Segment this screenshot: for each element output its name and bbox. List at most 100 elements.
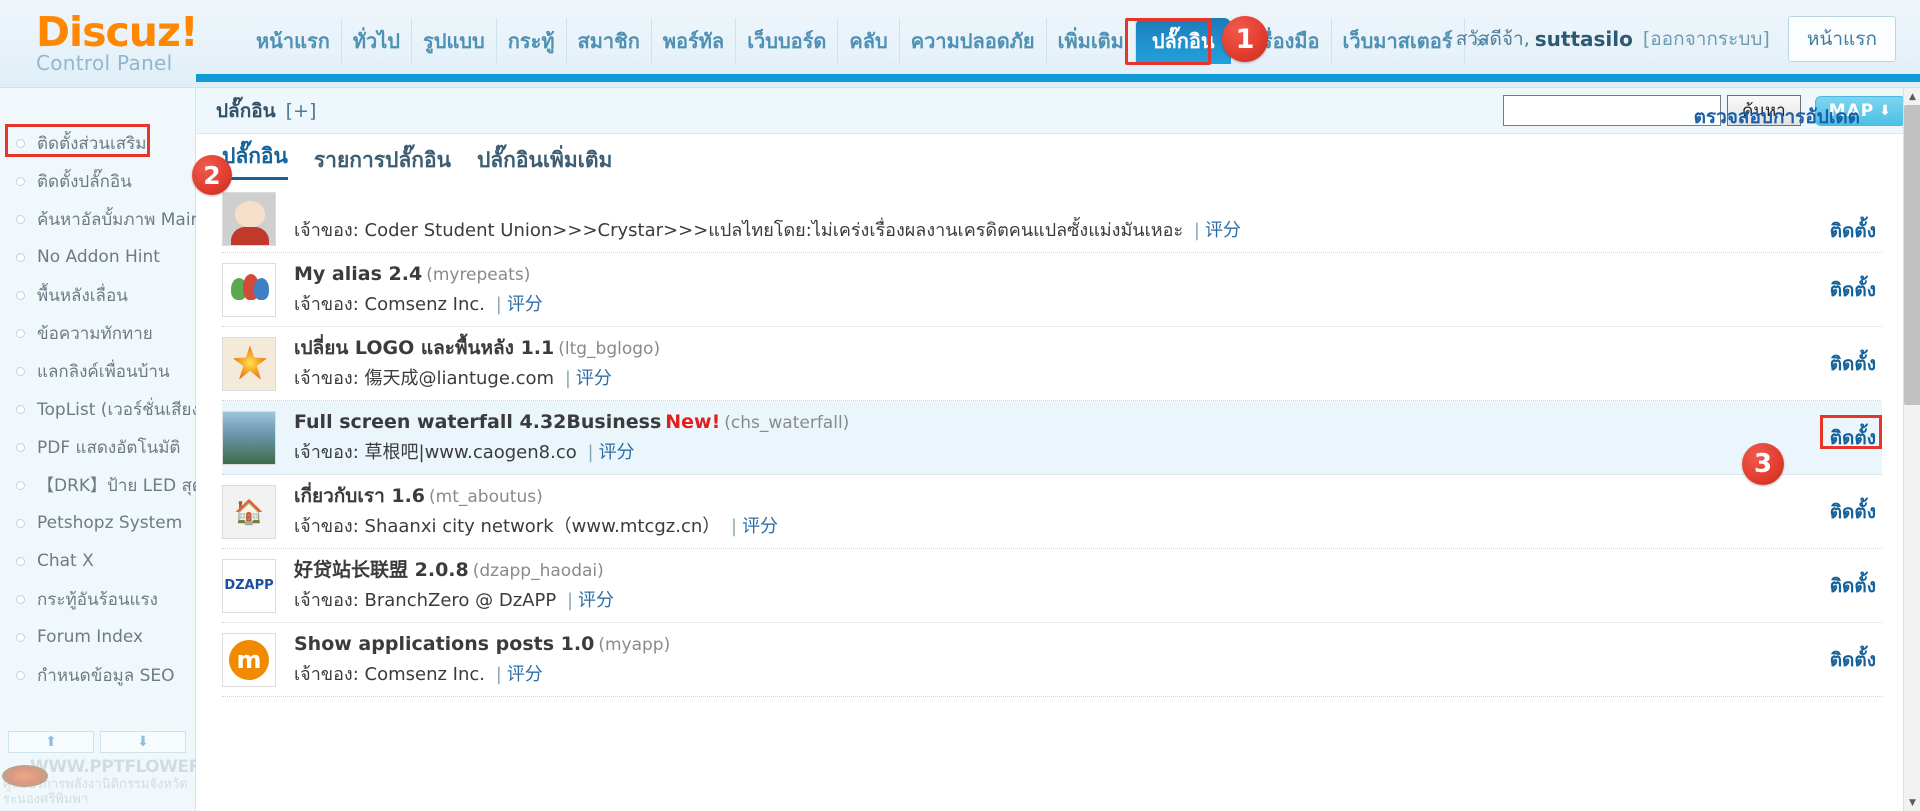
owner-prefix: เจ้าของ:	[294, 516, 359, 537]
sidebar-item-4[interactable]: พื้นหลังเลื่อน	[0, 276, 196, 314]
plugin-version: 1.1	[520, 337, 555, 359]
plugin-name: Full screen waterfall	[294, 411, 513, 433]
main-content: ปลั๊กอิน [+] ค้นหา MAP ⬇ ปลั๊กอิน รายการป…	[196, 74, 1920, 811]
home-button[interactable]: หน้าแรก	[1787, 16, 1896, 62]
sidebar-item-2[interactable]: ค้นหาอัลบั้มภาพ Mainet	[0, 200, 196, 238]
tab-1[interactable]: รายการปลั๊กอิน	[314, 144, 451, 177]
install-link[interactable]: ติดตั้ง	[1772, 349, 1882, 379]
rate-link[interactable]: 评分	[599, 442, 635, 463]
check-update-link[interactable]: ตรวจสอบการอัปเดต	[1694, 102, 1860, 132]
owner-value: BranchZero @ DzAPP	[364, 590, 557, 611]
scrollbar-thumb[interactable]	[1904, 105, 1920, 405]
plugin-owner-line: เจ้าของ: Coder Student Union>>>Crystar>>…	[294, 216, 1772, 246]
bullet-icon	[16, 290, 25, 300]
sidebar-item-10[interactable]: Petshopz System	[0, 504, 196, 542]
breadcrumb: ปลั๊กอิน [+] ค้นหา MAP ⬇	[196, 88, 1920, 134]
plugin-owner-line: เจ้าของ: Comsenz Inc. | 评分	[294, 660, 1772, 690]
sidebar-item-14[interactable]: กำหนดข้อมูล SEO	[0, 656, 196, 694]
install-link[interactable]: ติดตั้ง	[1772, 275, 1882, 305]
nav-item-1[interactable]: ทั่วไป	[342, 18, 412, 64]
meta-separator: |	[1193, 220, 1200, 241]
plugin-version: 2.4	[388, 263, 423, 285]
plugin-title: Full screen waterfall 4.32Business New! (c…	[294, 407, 1772, 438]
scrollbar-track[interactable]	[1904, 405, 1920, 794]
nav-item-label: กระทู้	[507, 29, 555, 53]
sidebar-item-5[interactable]: ข้อความทักทาย	[0, 314, 196, 352]
bullet-icon	[16, 518, 25, 528]
search-input[interactable]	[1502, 95, 1721, 126]
breadcrumb-expand-button[interactable]: [+]	[286, 100, 317, 122]
annotation-badge-3: 3	[1742, 443, 1784, 485]
rate-link[interactable]: 评分	[507, 664, 543, 685]
nav-item-label: รูปแบบ	[423, 29, 485, 53]
nav-item-8[interactable]: ความปลอดภัย	[900, 18, 1047, 64]
nav-item-6[interactable]: เว็บบอร์ด	[736, 18, 839, 64]
plugin-row: เปลี่ยน LOGO และพื้นหลัง 1.1 (ltg_bglogo)…	[222, 327, 1882, 401]
install-link[interactable]: ติดตั้ง	[1772, 571, 1882, 601]
rate-link[interactable]: 评分	[507, 294, 543, 315]
nav-item-10[interactable]: ปลั๊กอิน	[1135, 18, 1231, 64]
install-link[interactable]: ติดตั้ง	[1772, 423, 1882, 453]
sidebar-item-8[interactable]: PDF แสดงอัตโนมัติ	[0, 428, 196, 466]
nav-item-5[interactable]: พอร์ทัล	[652, 18, 737, 64]
rate-link[interactable]: 评分	[578, 590, 614, 611]
new-badge: New!	[665, 411, 721, 433]
nav-item-2[interactable]: รูปแบบ	[412, 18, 497, 64]
rate-link[interactable]: 评分	[576, 368, 612, 389]
sidebar-item-12[interactable]: กระทู้อันร้อนแรง	[0, 580, 196, 618]
nav-item-label: ทั่วไป	[352, 29, 400, 53]
nav-item-4[interactable]: สมาชิก	[567, 18, 652, 64]
nav-item-12[interactable]: เว็บมาสเตอร์	[1332, 18, 1465, 64]
house-icon: 🏠	[222, 484, 276, 539]
tab-2[interactable]: ปลั๊กอินเพิ่มเติม	[477, 144, 612, 177]
sidebar-item-11[interactable]: Chat X	[0, 542, 196, 580]
sidebar-item-label: Chat X	[37, 551, 94, 571]
nav-item-label: เว็บมาสเตอร์	[1342, 29, 1453, 53]
bullet-icon	[16, 138, 25, 148]
sidebar-item-13[interactable]: Forum Index	[0, 618, 196, 656]
install-link[interactable]: ติดตั้ง	[1772, 645, 1882, 675]
sidebar-item-1[interactable]: ติดตั้งปลั๊กอิน	[0, 162, 196, 200]
bullet-icon	[16, 366, 25, 376]
rate-link[interactable]: 评分	[742, 516, 778, 537]
plugin-identifier: (mt_aboutus)	[429, 487, 543, 507]
bullet-icon	[16, 594, 25, 604]
install-link[interactable]: ติดตั้ง	[1772, 216, 1882, 246]
sidebar-item-9[interactable]: 【DRK】ป้าย LED สุดส	[0, 466, 196, 504]
nav-item-3[interactable]: กระทู้	[497, 18, 567, 64]
sidebar-item-3[interactable]: No Addon Hint	[0, 238, 196, 276]
scroll-up-icon[interactable]: ▲	[1904, 88, 1920, 105]
sidebar-item-label: แลกลิงค์เพื่อนบ้าน	[37, 361, 170, 382]
nav-item-label: เว็บบอร์ด	[747, 29, 827, 53]
sidebar-item-label: PDF แสดงอัตโนมัติ	[37, 437, 181, 458]
plugin-title: Show applications posts 1.0 (myapp)	[294, 629, 1772, 660]
arrow-up-icon[interactable]: ⬆	[8, 731, 94, 753]
bullet-icon	[16, 328, 25, 338]
content-tabs: ปลั๊กอิน รายการปลั๊กอิน ปลั๊กอินเพิ่มเติม	[196, 134, 1920, 186]
nav-item-0[interactable]: หน้าแรก	[245, 18, 342, 64]
logout-link[interactable]: [ออกจากระบบ]	[1643, 24, 1770, 54]
plugin-name: เกี่ยวกับเรา	[294, 485, 385, 507]
username-label: suttasilo	[1534, 27, 1633, 51]
arrow-down-icon[interactable]: ⬇	[100, 731, 186, 753]
rate-link[interactable]: 评分	[1205, 220, 1241, 241]
owner-value: 傷天成@liantuge.com	[364, 368, 555, 389]
plugin-version: 2.0.8	[414, 559, 469, 581]
nav-item-9[interactable]: เพิ่มเติม	[1047, 18, 1136, 64]
page-scrollbar[interactable]: ▲ ▼	[1903, 88, 1920, 811]
sidebar-item-label: Forum Index	[37, 627, 144, 647]
nav-item-7[interactable]: คลับ	[838, 18, 900, 64]
owner-prefix: เจ้าของ:	[294, 220, 359, 241]
meta-separator: |	[495, 664, 502, 685]
bullet-icon	[16, 632, 25, 642]
plugin-version: 4.32Business	[519, 411, 662, 433]
plugin-identifier: (myrepeats)	[426, 265, 531, 285]
bullet-icon	[16, 670, 25, 680]
install-link[interactable]: ติดตั้ง	[1772, 497, 1882, 527]
sidebar-item-7[interactable]: TopList (เวอร์ชั่นเสียงดัง)	[0, 390, 196, 428]
sidebar-item-0[interactable]: ติดตั้งส่วนเสริม	[0, 124, 196, 162]
meta-separator: |	[495, 294, 502, 315]
scroll-down-icon[interactable]: ▼	[1904, 794, 1920, 811]
sidebar-item-6[interactable]: แลกลิงค์เพื่อนบ้าน	[0, 352, 196, 390]
brand-logo[interactable]: Discuz! Control Panel	[36, 10, 241, 75]
